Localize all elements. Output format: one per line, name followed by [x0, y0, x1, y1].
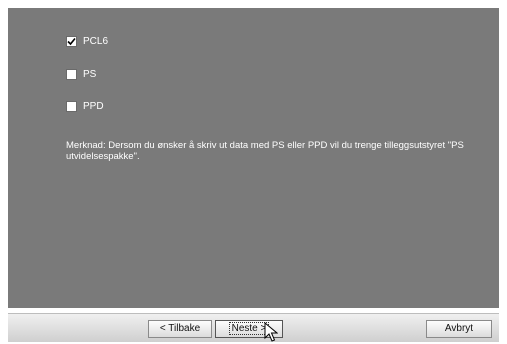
option-pcl6[interactable]: PCL6 — [66, 34, 108, 48]
cancel-button[interactable]: Avbryt — [426, 320, 492, 338]
cancel-button-label: Avbryt — [444, 323, 474, 334]
checkmark-icon — [67, 37, 76, 45]
option-ppd[interactable]: PPD — [66, 99, 104, 113]
back-button-label: < Tilbake — [159, 323, 201, 334]
note-text: Merknad: Dersom du ønsker å skriv ut dat… — [66, 140, 464, 162]
ppd-label: PPD — [83, 100, 104, 112]
options-panel: PCL6 PS PPD Merknad: Dersom du ønsker å … — [8, 8, 499, 308]
pcl6-label: PCL6 — [83, 35, 109, 47]
ps-checkbox[interactable] — [66, 68, 77, 80]
button-bar: < Tilbake Neste > Avbryt — [8, 313, 499, 342]
pcl6-checkbox[interactable] — [66, 35, 77, 47]
ps-label: PS — [83, 68, 97, 80]
option-ps[interactable]: PS — [66, 67, 96, 81]
ppd-checkbox[interactable] — [66, 100, 77, 112]
back-button[interactable]: < Tilbake — [148, 320, 212, 338]
mouse-pointer-icon — [264, 322, 278, 342]
